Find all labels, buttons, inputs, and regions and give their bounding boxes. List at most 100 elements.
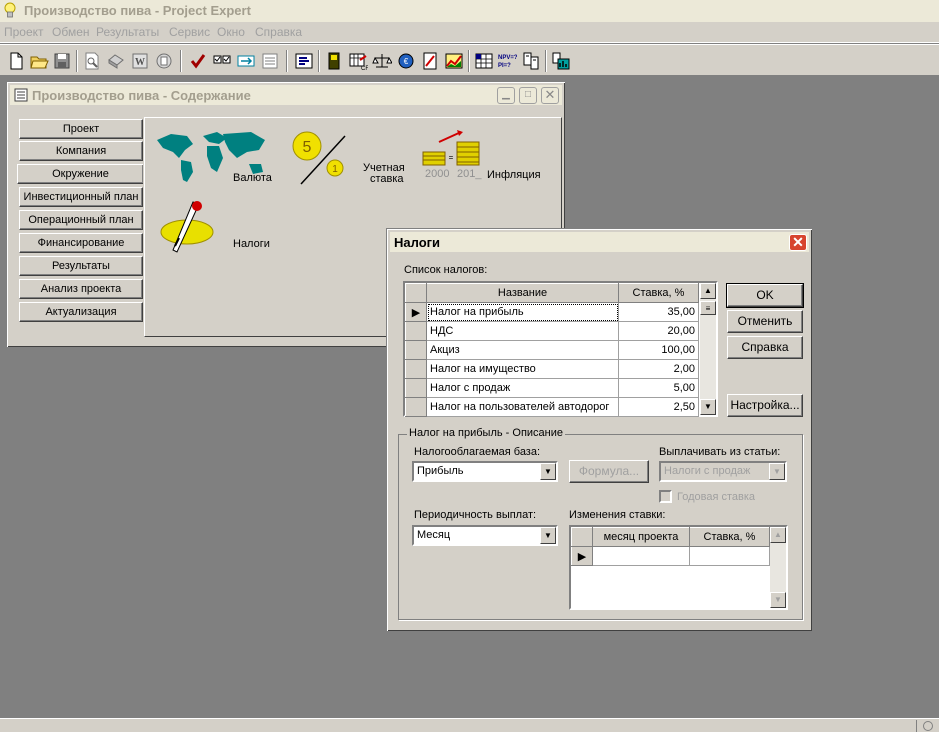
taxes-dialog-title: Налоги	[394, 235, 441, 250]
chevron-down-icon[interactable]: ▼	[769, 463, 785, 480]
check-icon[interactable]	[188, 51, 208, 71]
tax-rate-cell[interactable]: 2,00	[618, 359, 699, 379]
print-icon[interactable]	[106, 51, 126, 71]
menu-project[interactable]: Проект	[4, 25, 44, 39]
pay-from-value: Налоги с продаж	[664, 465, 751, 477]
periodicity-select[interactable]: Месяц ▼	[412, 525, 558, 546]
table-row[interactable]: Акциз 100,00	[405, 340, 699, 360]
tax-name-cell[interactable]: Налог с продаж	[426, 378, 619, 398]
resize-grip-icon[interactable]	[923, 721, 933, 731]
tax-list-grid[interactable]: Название Ставка, % ▶ Налог на прибыль 35…	[403, 281, 718, 417]
column-header-rate[interactable]: Ставка, %	[618, 283, 699, 303]
change-rate-cell[interactable]	[689, 546, 770, 566]
tax-name-cell[interactable]: Акциз	[426, 340, 619, 360]
tax-rate-cell[interactable]: 2,50	[618, 397, 699, 417]
tax-rate-cell[interactable]: 35,00	[618, 302, 699, 322]
table-row[interactable]: Налог с продаж 5,00	[405, 378, 699, 398]
content-window-titlebar[interactable]: Производство пива - Содержание ▁ □ ✕	[10, 85, 562, 105]
menu-service[interactable]: Сервис	[169, 25, 210, 39]
tax-name-cell[interactable]: Налог на имущество	[426, 359, 619, 379]
rate-changes-scrollbar[interactable]: ▲ ▼	[770, 527, 786, 608]
chevron-down-icon[interactable]: ▼	[540, 527, 556, 544]
menu-help[interactable]: Справка	[255, 25, 302, 39]
tax-rate-cell[interactable]: 20,00	[618, 321, 699, 341]
npv-pi-icon[interactable]: NPV=? PI=?	[497, 51, 517, 71]
notes-icon[interactable]	[260, 51, 280, 71]
grid-icon[interactable]	[474, 51, 494, 71]
nav-results[interactable]: Результаты	[19, 256, 143, 276]
chart-icon[interactable]	[444, 51, 464, 71]
settings-button[interactable]: Настройка...	[727, 394, 803, 417]
save-icon[interactable]	[52, 51, 72, 71]
discount-rate-label-2[interactable]: ставка	[370, 173, 404, 185]
tax-list-scrollbar[interactable]: ▲ ≡ ▼	[700, 283, 716, 415]
nav-project[interactable]: Проект	[19, 119, 143, 139]
tax-rate-cell[interactable]: 100,00	[618, 340, 699, 360]
column-header-name[interactable]: Название	[426, 283, 619, 303]
new-icon[interactable]	[6, 51, 26, 71]
tax-rate-cell[interactable]: 5,00	[618, 378, 699, 398]
tax-base-value: Прибыль	[417, 465, 464, 477]
financial-icon[interactable]: €	[396, 51, 416, 71]
open-icon[interactable]	[29, 51, 49, 71]
pay-from-select[interactable]: Налоги с продаж ▼	[659, 461, 787, 482]
nav-project-analysis[interactable]: Анализ проекта	[19, 279, 143, 299]
taxes-label[interactable]: Налоги	[233, 238, 270, 250]
scroll-down-icon[interactable]: ▼	[700, 399, 716, 415]
tax-name-cell[interactable]: Налог на пользователей автодорог	[426, 397, 619, 417]
word-icon[interactable]: W	[130, 51, 150, 71]
tax-name-cell[interactable]: НДС	[426, 321, 619, 341]
menu-results[interactable]: Результаты	[96, 25, 159, 39]
scroll-up-icon[interactable]: ▲	[770, 527, 786, 543]
preview-icon[interactable]	[82, 51, 102, 71]
cashflow-icon[interactable]: CF	[348, 51, 368, 71]
tax-name-cell[interactable]: Налог на прибыль	[426, 302, 619, 322]
balance-icon[interactable]	[372, 51, 392, 71]
rate-changes-grid[interactable]: месяц проекта Ставка, % ▶ ▲ ▼	[569, 525, 788, 610]
table-row[interactable]: НДС 20,00	[405, 321, 699, 341]
excel-icon[interactable]	[154, 51, 174, 71]
menu-exchange[interactable]: Обмен	[52, 25, 90, 39]
discount-rate-icon[interactable]: 5 1	[289, 130, 349, 186]
close-button[interactable]: ✕	[541, 87, 559, 104]
nav-environment[interactable]: Окружение	[17, 164, 143, 184]
book-icon[interactable]	[324, 51, 344, 71]
inflation-coins-icon[interactable]: =	[421, 128, 485, 166]
checklist-icon[interactable]	[212, 51, 232, 71]
inflation-label[interactable]: Инфляция	[487, 169, 541, 181]
nav-actualization[interactable]: Актуализация	[19, 302, 143, 322]
nav-investment-plan[interactable]: Инвестиционный план	[19, 187, 143, 207]
table-row[interactable]: Налог на пользователей автодорог 2,50	[405, 397, 699, 417]
help-button[interactable]: Справка	[727, 336, 803, 359]
nav-company[interactable]: Компания	[19, 141, 143, 161]
gauge-icon[interactable]	[521, 51, 541, 71]
column-header-change-rate[interactable]: Ставка, %	[689, 527, 770, 547]
annual-rate-checkbox[interactable]	[659, 490, 672, 503]
taxes-dialog-titlebar[interactable]: Налоги ✕	[390, 232, 809, 252]
maximize-button[interactable]: □	[519, 87, 537, 104]
chevron-down-icon[interactable]: ▼	[540, 463, 556, 480]
formula-button[interactable]: Формула...	[569, 460, 649, 483]
column-header-project-month[interactable]: месяц проекта	[592, 527, 690, 547]
scroll-up-icon[interactable]: ▲	[700, 283, 716, 299]
results-icon[interactable]	[420, 51, 440, 71]
table-row[interactable]: Налог на имущество 2,00	[405, 359, 699, 379]
minimize-button[interactable]: ▁	[497, 87, 515, 104]
ok-button[interactable]: OK	[726, 283, 804, 308]
taxes-icon[interactable]	[159, 198, 219, 256]
calculate-icon[interactable]	[236, 51, 256, 71]
scroll-thumb[interactable]: ≡	[700, 301, 716, 315]
cancel-button[interactable]: Отменить	[727, 310, 803, 333]
dashboard-icon[interactable]	[551, 51, 571, 71]
currency-label[interactable]: Валюта	[233, 172, 272, 184]
table-row[interactable]: ▶	[571, 546, 770, 566]
nav-operational-plan[interactable]: Операционный план	[19, 210, 143, 230]
schedule-icon[interactable]	[294, 51, 314, 71]
nav-financing[interactable]: Финансирование	[19, 233, 143, 253]
tax-base-select[interactable]: Прибыль ▼	[412, 461, 558, 482]
menu-window[interactable]: Окно	[217, 25, 245, 39]
dialog-close-button[interactable]: ✕	[789, 234, 807, 251]
project-month-cell[interactable]	[592, 546, 690, 566]
scroll-down-icon[interactable]: ▼	[770, 592, 786, 608]
table-row[interactable]: ▶ Налог на прибыль 35,00	[405, 302, 699, 322]
